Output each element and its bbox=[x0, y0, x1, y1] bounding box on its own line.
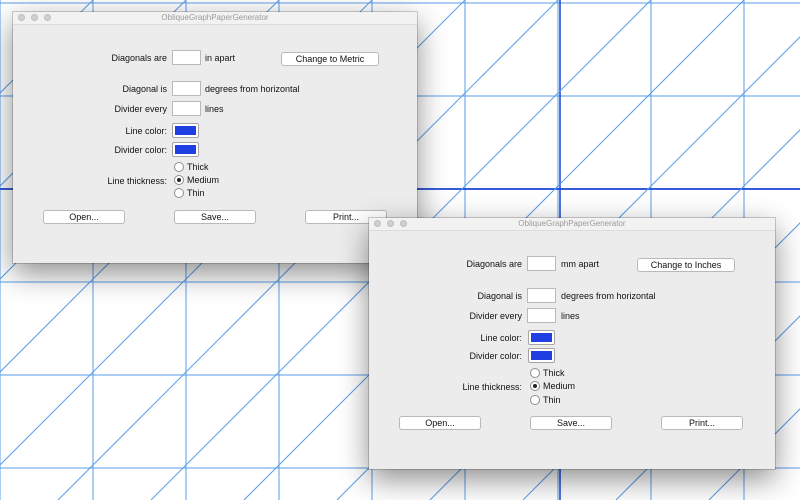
thickness-radio-medium[interactable] bbox=[174, 175, 184, 185]
diagonal-angle-label: Diagonal is bbox=[122, 84, 167, 94]
main-window: ObliqueGraphPaperGenerator Diagonals are… bbox=[13, 12, 417, 263]
thickness-radio-thin[interactable] bbox=[174, 188, 184, 198]
thickness-option-thin: Thin bbox=[187, 188, 205, 198]
divider-every-field[interactable] bbox=[172, 101, 201, 116]
line-color-well[interactable] bbox=[172, 123, 199, 138]
divider-every-field[interactable] bbox=[527, 308, 556, 323]
line-color-swatch bbox=[175, 126, 196, 135]
thickness-radio-thick[interactable] bbox=[530, 368, 540, 378]
thickness-option-medium: Medium bbox=[543, 381, 576, 391]
window-title: ObliqueGraphPaperGenerator bbox=[161, 13, 269, 22]
diagonals-unit-label: mm apart bbox=[561, 259, 600, 269]
divider-every-label: Divider every bbox=[114, 104, 167, 114]
diagonals-spacing-field[interactable] bbox=[172, 50, 201, 65]
title-bar[interactable]: ObliqueGraphPaperGenerator bbox=[369, 218, 775, 231]
change-units-button[interactable]: Change to Metric bbox=[281, 52, 379, 66]
divider-color-swatch bbox=[531, 351, 552, 360]
thickness-option-medium: Medium bbox=[187, 175, 220, 185]
thickness-option-thin: Thin bbox=[543, 395, 561, 405]
print-button[interactable]: Print... bbox=[661, 416, 743, 430]
diagonal-angle-unit-label: degrees from horizontal bbox=[561, 291, 656, 301]
radio-selected-dot bbox=[533, 384, 537, 388]
divider-color-label: Divider color: bbox=[469, 351, 522, 361]
line-color-swatch bbox=[531, 333, 552, 342]
diagonals-label: Diagonals are bbox=[111, 53, 167, 63]
divider-unit-label: lines bbox=[561, 311, 580, 321]
divider-unit-label: lines bbox=[205, 104, 224, 114]
thickness-option-thick: Thick bbox=[187, 162, 209, 172]
diagonal-angle-field[interactable] bbox=[527, 288, 556, 303]
thickness-option-thick: Thick bbox=[543, 368, 565, 378]
save-button[interactable]: Save... bbox=[530, 416, 612, 430]
diagonals-spacing-field[interactable] bbox=[527, 256, 556, 271]
diagonals-unit-label: in apart bbox=[205, 53, 236, 63]
line-color-label: Line color: bbox=[480, 333, 522, 343]
thickness-radio-thick[interactable] bbox=[174, 162, 184, 172]
diagonal-angle-field[interactable] bbox=[172, 81, 201, 96]
diagonal-angle-label: Diagonal is bbox=[477, 291, 522, 301]
line-thickness-label: Line thickness: bbox=[107, 176, 167, 186]
radio-selected-dot bbox=[177, 178, 181, 182]
divider-color-swatch bbox=[175, 145, 196, 154]
title-bar[interactable]: ObliqueGraphPaperGenerator bbox=[13, 12, 417, 25]
divider-color-well[interactable] bbox=[528, 348, 555, 363]
save-button[interactable]: Save... bbox=[174, 210, 256, 224]
second-window: ObliqueGraphPaperGenerator Diagonals are… bbox=[369, 218, 775, 469]
divider-every-label: Divider every bbox=[469, 311, 522, 321]
change-units-button[interactable]: Change to Inches bbox=[637, 258, 735, 272]
diagonal-angle-unit-label: degrees from horizontal bbox=[205, 84, 300, 94]
divider-color-well[interactable] bbox=[172, 142, 199, 157]
diagonals-label: Diagonals are bbox=[466, 259, 522, 269]
open-button[interactable]: Open... bbox=[43, 210, 125, 224]
divider-color-label: Divider color: bbox=[114, 145, 167, 155]
thickness-radio-thin[interactable] bbox=[530, 395, 540, 405]
window-title: ObliqueGraphPaperGenerator bbox=[518, 219, 626, 228]
open-button[interactable]: Open... bbox=[399, 416, 481, 430]
line-color-label: Line color: bbox=[125, 126, 167, 136]
line-thickness-label: Line thickness: bbox=[462, 382, 522, 392]
line-color-well[interactable] bbox=[528, 330, 555, 345]
thickness-radio-medium[interactable] bbox=[530, 381, 540, 391]
